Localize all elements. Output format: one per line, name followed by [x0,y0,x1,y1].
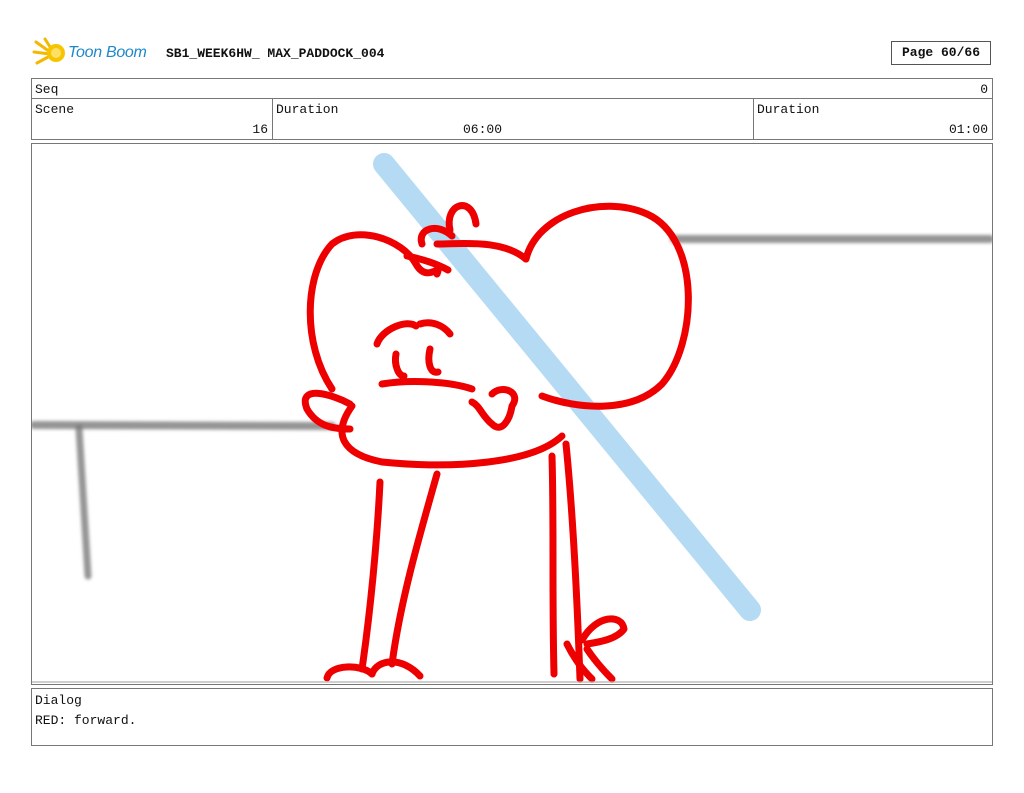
seq-label: Seq [35,82,59,97]
page-number: Page 60/66 [891,41,991,65]
duration-value: 06:00 [463,122,503,137]
scene-value: 16 [252,122,268,137]
dialog-text: RED: forward. [35,713,137,728]
panel-duration-cell: Duration 01:00 [753,99,992,139]
seq-value: 0 [980,82,988,97]
scene-row: Scene 16 Duration 06:00 Duration 01:00 [31,98,993,140]
panel-duration-value: 01:00 [948,122,988,137]
toon-boom-logo: Toon Boom [32,36,157,70]
scene-label: Scene [35,102,75,117]
dialog-box: Dialog RED: forward. [31,688,993,746]
storyboard-drawing [32,153,992,683]
duration-cell: Duration 06:00 [272,99,753,139]
seq-row: Seq 0 [31,78,993,99]
panel-duration-label: Duration [757,102,820,117]
document-title: SB1_WEEK6HW_ MAX_PADDOCK_004 [166,46,385,61]
storyboard-panel [31,143,993,685]
starburst-icon [32,37,65,65]
red-character [301,202,692,683]
dialog-label: Dialog [35,693,82,708]
scene-cell: Scene 16 [32,99,272,139]
logo-text: Toon Boom [68,44,147,61]
duration-label: Duration [276,102,339,117]
